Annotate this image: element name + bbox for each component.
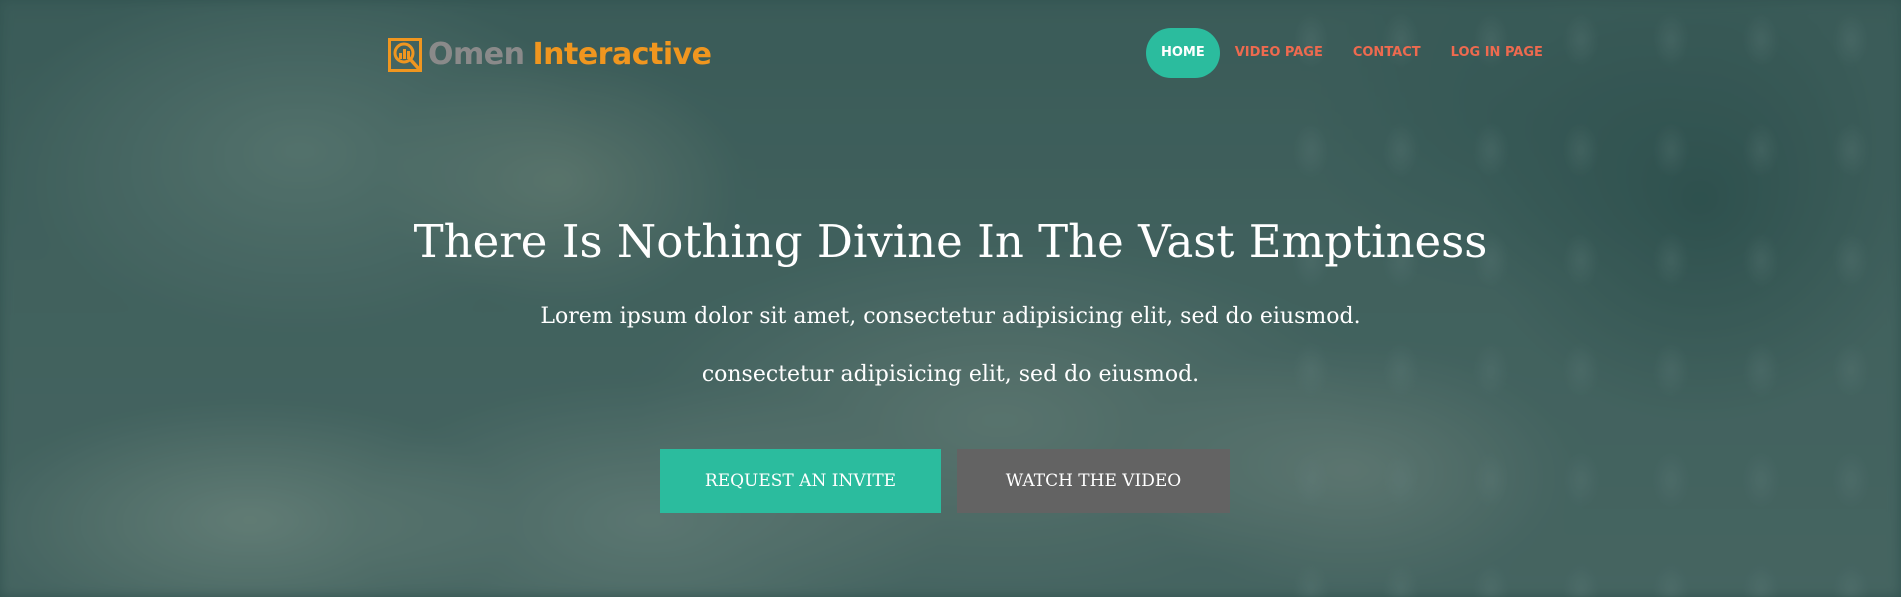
brand-name-part1: Omen bbox=[428, 37, 525, 72]
nav-item-home[interactable]: HOME bbox=[1146, 28, 1220, 78]
brand-name-part2: Interactive bbox=[532, 37, 712, 72]
hero-overlay bbox=[0, 0, 1901, 597]
brand-name: Omen Interactive bbox=[428, 36, 712, 74]
hero-section: Omen Interactive HOME VIDEO PAGE CONTACT … bbox=[0, 0, 1901, 597]
hero-subtext-1: Lorem ipsum dolor sit amet, consectetur … bbox=[540, 304, 1361, 329]
nav-item-video-page[interactable]: VIDEO PAGE bbox=[1220, 28, 1338, 78]
nav-item-login-page[interactable]: LOG IN PAGE bbox=[1436, 28, 1558, 78]
request-invite-button[interactable]: REQUEST AN INVITE bbox=[660, 449, 941, 513]
nav-item-contact[interactable]: CONTACT bbox=[1338, 28, 1436, 78]
hero-subtext-2: consectetur adipisicing elit, sed do eiu… bbox=[701, 362, 1200, 387]
watch-video-button[interactable]: WATCH THE VIDEO bbox=[957, 449, 1230, 513]
site-logo[interactable]: Omen Interactive bbox=[388, 36, 712, 74]
magnifier-chart-icon bbox=[388, 38, 422, 72]
hero-headline: There Is Nothing Divine In The Vast Empt… bbox=[413, 215, 1488, 268]
main-nav: HOME VIDEO PAGE CONTACT LOG IN PAGE bbox=[1146, 28, 1558, 78]
